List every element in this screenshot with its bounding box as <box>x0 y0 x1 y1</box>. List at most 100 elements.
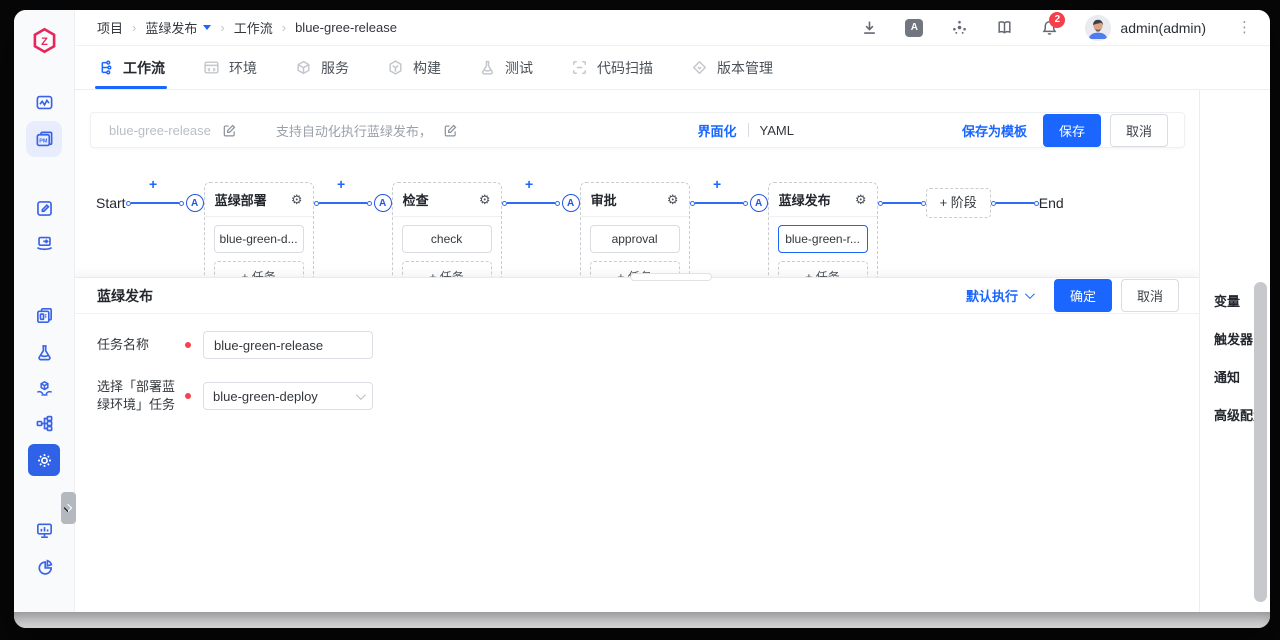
tab-environments[interactable]: 环境 <box>203 46 257 89</box>
task-button[interactable]: check <box>402 225 492 253</box>
form-row-task-name: 任务名称 <box>97 331 1177 359</box>
projects-icon[interactable]: PM <box>26 121 62 157</box>
stage-name: 蓝绿部署 <box>215 190 267 209</box>
settings-icon[interactable] <box>28 444 60 476</box>
tab-workflows[interactable]: 工作流 <box>97 46 165 89</box>
edit-description-icon[interactable] <box>444 124 457 137</box>
add-stage-plus-button[interactable]: + <box>337 177 345 191</box>
user-menu[interactable]: admin(admin) <box>1085 15 1206 41</box>
required-dot-icon <box>185 342 191 348</box>
add-task-button[interactable]: + 任务 <box>402 261 492 277</box>
stage-connector: + A <box>126 194 204 212</box>
approval-badge-icon[interactable]: A <box>750 194 768 212</box>
workflow-description: 支持自动化执行蓝绿发布， <box>276 121 432 140</box>
avatar <box>1085 15 1111 41</box>
tab-builds[interactable]: 构建 <box>387 46 441 89</box>
download-icon[interactable] <box>860 19 878 37</box>
chevron-down-icon <box>356 390 366 400</box>
module-tabs: 工作流 环境 服务 构建 测试 代码扫描 版本管理 <box>75 46 1270 90</box>
test-lab-icon[interactable] <box>28 336 60 368</box>
save-button[interactable]: 保存 <box>1043 114 1101 147</box>
templates-icon[interactable] <box>28 299 60 331</box>
more-icon[interactable]: ⋮ <box>1237 20 1252 35</box>
form-row-deploy-task: 选择「部署蓝绿环境」任务 blue-green-deploy <box>97 378 1177 414</box>
cancel-button[interactable]: 取消 <box>1110 114 1168 147</box>
add-stage-plus-button[interactable]: + <box>525 177 533 191</box>
pipeline-start-label: Start <box>96 194 126 212</box>
sidebar-collapse-handle[interactable] <box>61 492 76 524</box>
svg-text:PM: PM <box>39 138 48 144</box>
task-button[interactable]: approval <box>590 225 680 253</box>
breadcrumb-workflows[interactable]: 工作流 <box>211 18 272 37</box>
stage-settings-icon[interactable]: ⚙ <box>667 193 679 206</box>
breadcrumb-project-dropdown[interactable]: 蓝绿发布 <box>123 18 211 37</box>
notification-badge: 2 <box>1049 12 1065 28</box>
stage-name: 检查 <box>403 190 429 209</box>
task-panel-header: 蓝绿发布 默认执行 确定 取消 <box>75 278 1199 314</box>
release-icon[interactable] <box>28 372 60 404</box>
save-as-template-button[interactable]: 保存为模板 <box>962 121 1027 140</box>
task-button[interactable]: blue-green-d... <box>214 225 304 253</box>
stage-settings-icon[interactable]: ⚙ <box>291 193 303 206</box>
chevron-down-icon <box>1025 289 1035 299</box>
stage-connector: + A <box>502 194 580 212</box>
tab-version-management[interactable]: 版本管理 <box>691 46 773 89</box>
add-stage-plus-button[interactable]: + <box>149 177 157 191</box>
add-stage-plus-button[interactable]: + <box>713 177 721 191</box>
approval-badge-icon[interactable]: A <box>562 194 580 212</box>
breadcrumb-projects[interactable]: 项目 <box>97 18 123 37</box>
stage-name: 审批 <box>591 190 617 209</box>
bell-icon[interactable]: 2 <box>1040 19 1058 37</box>
approval-badge-icon[interactable]: A <box>186 194 204 212</box>
task-form: 任务名称 选择「部署蓝绿环境」任务 blue-green-deploy <box>75 314 1199 450</box>
header-actions: A 2 admin(admin) ⋮ <box>860 15 1252 41</box>
field-label: 选择「部署蓝绿环境」任务 <box>97 378 177 414</box>
approval-badge-icon[interactable]: A <box>374 194 392 212</box>
horizontal-scrollbar[interactable] <box>630 273 712 281</box>
edit-note-icon[interactable] <box>28 192 60 224</box>
stage-card-blue-green-release: 蓝绿发布 ⚙ blue-green-r... + 任务 <box>768 182 878 277</box>
add-task-button[interactable]: + 任务 <box>214 261 304 277</box>
edit-name-icon[interactable] <box>223 124 236 137</box>
divider <box>748 123 749 137</box>
stage-connector: + A <box>690 194 768 212</box>
task-button-selected[interactable]: blue-green-r... <box>778 225 868 253</box>
exec-mode-dropdown[interactable]: 默认执行 <box>966 286 1032 305</box>
build-icon <box>387 59 404 76</box>
language-icon[interactable]: A <box>905 19 923 37</box>
stage-card-approval: 审批 ⚙ approval + 任务 <box>580 182 690 277</box>
breadcrumb-current-workflow[interactable]: blue-gree-release <box>273 20 397 35</box>
vertical-scrollbar[interactable] <box>1254 282 1267 602</box>
zadig-logo-icon[interactable]: Z <box>31 27 58 54</box>
add-stage-button[interactable]: + 阶段 <box>926 188 991 218</box>
stage-connector <box>878 194 926 212</box>
mode-yaml-button[interactable]: YAML <box>760 123 794 138</box>
stage-settings-icon[interactable]: ⚙ <box>855 193 867 206</box>
tab-services[interactable]: 服务 <box>295 46 349 89</box>
dashboard-icon[interactable] <box>28 86 60 118</box>
svg-text:Z: Z <box>41 36 48 48</box>
tab-tests[interactable]: 测试 <box>479 46 533 89</box>
confirm-button[interactable]: 确定 <box>1054 279 1112 312</box>
task-name-input[interactable] <box>203 331 373 359</box>
delivery-icon[interactable] <box>28 227 60 259</box>
apps-cluster-icon[interactable] <box>950 19 968 37</box>
stage-connector: + A <box>314 194 392 212</box>
tab-code-scan[interactable]: 代码扫描 <box>571 46 653 89</box>
panel-cancel-button[interactable]: 取消 <box>1121 279 1179 312</box>
pipeline-end-label: End <box>1039 194 1064 212</box>
resources-icon[interactable] <box>28 407 60 439</box>
workflow-icon <box>97 59 114 76</box>
pipeline-canvas: Start + A 蓝绿部署 ⚙ blue-green-d... + 任务 + <box>90 170 1185 277</box>
mode-ui-button[interactable]: 界面化 <box>698 121 737 140</box>
code-scan-icon <box>571 59 588 76</box>
insight-icon[interactable] <box>28 514 60 546</box>
report-icon[interactable] <box>28 551 60 583</box>
field-label: 任务名称 <box>97 336 177 354</box>
docs-icon[interactable] <box>995 19 1013 37</box>
stage-settings-icon[interactable]: ⚙ <box>479 193 491 206</box>
breadcrumb: 项目 蓝绿发布 工作流 blue-gree-release <box>97 18 397 37</box>
caret-down-icon <box>203 25 211 34</box>
add-task-button[interactable]: + 任务 <box>778 261 868 277</box>
deploy-task-select[interactable]: blue-green-deploy <box>203 382 373 410</box>
